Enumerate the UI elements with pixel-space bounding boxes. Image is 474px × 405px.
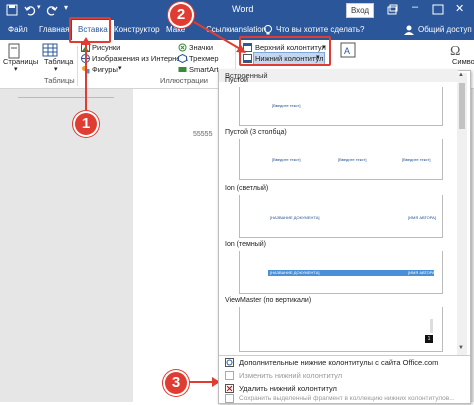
thumb-placeholder: [Введите текст] [272, 103, 301, 108]
scroll-up-icon[interactable]: ▲ [458, 72, 464, 78]
callout-step-1: 1 [75, 113, 97, 135]
thumb-placeholder: [Введите текст] [402, 157, 431, 162]
gallery-item-label: Пустой [225, 77, 248, 84]
gallery-item-label: Ion (темный) [225, 241, 266, 248]
thumb-placeholder: [ИМЯ АВТОРА] [408, 215, 436, 220]
callout-step-2: 2 [170, 4, 192, 26]
footer-dropdown: Встроенный ▲ ▼ Пустой [Введите текст] Пу… [218, 69, 471, 405]
scroll-down-icon[interactable]: ▼ [458, 345, 464, 351]
thumb-placeholder: [НАЗВАНИЕ ДОКУМЕНТА] [270, 215, 320, 220]
gallery-thumb-blank[interactable]: [Введите текст] [239, 87, 443, 126]
builtin-section-header: Встроенный [219, 69, 458, 82]
thumb-placeholder: [Введите текст] [272, 157, 301, 162]
gallery-thumb-ion-light[interactable]: [НАЗВАНИЕ ДОКУМЕНТА] [ИМЯ АВТОРА] [239, 195, 443, 238]
callout-step-3: 3 [165, 372, 187, 394]
scroll-thumb[interactable] [459, 83, 465, 129]
gallery-scrollbar[interactable]: ▲ ▼ [457, 72, 467, 355]
gallery-thumb-three-columns[interactable]: [Введите текст] [Введите текст] [Введите… [239, 139, 443, 180]
more-footers-item[interactable]: Дополнительные нижние колонтитулы с сайт… [225, 356, 463, 369]
gallery-thumb-ion-dark[interactable]: [НАЗВАНИЕ ДОКУМЕНТА] [ИМЯ АВТОРА] [239, 251, 443, 294]
thumb-placeholder: [Введите текст] [338, 157, 367, 162]
save-selection-item[interactable]: Сохранить выделенный фрагмент в коллекци… [225, 392, 463, 405]
viewmaster-side-bar [430, 319, 433, 333]
viewmaster-page-box: 1 [425, 335, 433, 343]
gallery-item-label: ViewMaster (по вертикали) [225, 297, 312, 304]
edit-footer-item[interactable]: Изменить нижний колонтитул [225, 369, 463, 382]
gallery-item-label: Пустой (3 столбца) [225, 129, 287, 136]
gallery-item-label: Ion (светлый) [225, 185, 269, 192]
thumb-placeholder: [НАЗВАНИЕ ДОКУМЕНТА] [270, 270, 320, 275]
gallery-thumb-viewmaster[interactable]: 1 [239, 307, 443, 352]
thumb-placeholder: [ИМЯ АВТОРА] [408, 270, 436, 275]
